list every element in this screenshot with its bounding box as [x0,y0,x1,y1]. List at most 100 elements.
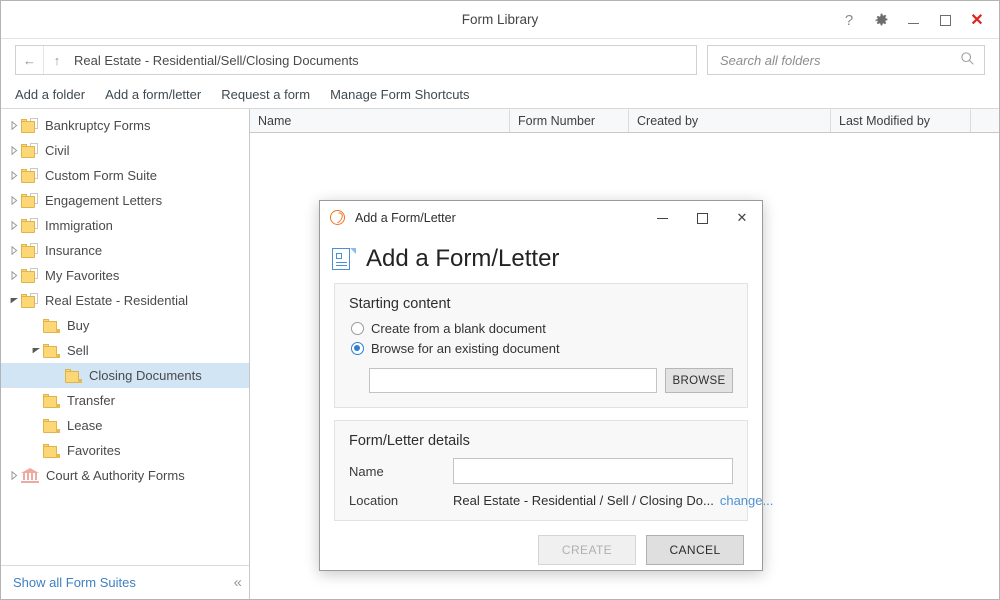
tree-item-label: Real Estate - Residential [45,293,188,308]
chevron-right-icon[interactable] [7,113,21,138]
show-all-form-suites-link[interactable]: Show all Form Suites [13,575,136,590]
form-letter-details-panel: Form/Letter details Name Location Real E… [334,420,748,521]
location-field-row: Location Real Estate - Residential / Sel… [349,493,733,508]
request-form-link[interactable]: Request a form [221,87,310,102]
gear-icon[interactable] [865,5,897,35]
tree-item-label: My Favorites [45,268,119,283]
location-value: Real Estate - Residential / Sell / Closi… [453,493,714,508]
tree-item-real-estate-residential[interactable]: Real Estate - Residential [1,288,249,313]
tree-spacer [29,313,43,338]
tree-item-label: Favorites [67,443,120,458]
app-logo-icon [329,209,347,227]
tree-item-immigration[interactable]: Immigration [1,213,249,238]
name-input[interactable] [453,458,733,484]
dialog-titlebar: Add a Form/Letter ✕ [320,201,762,235]
tree-item-lease[interactable]: Lease [1,413,249,438]
dialog-maximize-icon[interactable] [682,203,722,233]
tree-item-label: Court & Authority Forms [46,468,185,483]
folder-icon [43,318,60,333]
tree-item-custom-form-suite[interactable]: Custom Form Suite [1,163,249,188]
cancel-button[interactable]: CANCEL [646,535,744,565]
chevron-right-icon[interactable] [7,213,21,238]
name-label: Name [349,464,453,479]
dialog-close-icon[interactable]: ✕ [722,203,762,233]
tree-item-court-authority-forms[interactable]: Court & Authority Forms [1,463,249,488]
folder-tree: Bankruptcy Forms Civil Custom Form Suite En… [1,109,249,565]
table-header: NameForm NumberCreated byLast Modified b… [250,109,999,133]
add-folder-link[interactable]: Add a folder [15,87,85,102]
tree-item-engagement-letters[interactable]: Engagement Letters [1,188,249,213]
folder-page-icon [21,293,38,308]
chevron-right-icon[interactable] [7,188,21,213]
tree-item-transfer[interactable]: Transfer [1,388,249,413]
add-form-letter-link[interactable]: Add a form/letter [105,87,201,102]
tree-spacer [29,438,43,463]
tree-item-sell[interactable]: Sell [1,338,249,363]
search-box[interactable] [707,45,985,75]
help-icon[interactable]: ? [833,5,865,35]
document-icon [332,247,356,271]
search-input[interactable] [718,52,960,69]
dialog-minimize-icon[interactable] [642,203,682,233]
close-icon[interactable]: ✕ [961,5,993,35]
radio-create-blank[interactable]: Create from a blank document [351,318,733,338]
starting-content-panel: Starting content Create from a blank doc… [334,283,748,408]
tree-item-civil[interactable]: Civil [1,138,249,163]
tree-item-label: Bankruptcy Forms [45,118,150,133]
browse-path-input[interactable] [369,368,657,393]
folder-page-icon [21,143,38,158]
tree-item-label: Lease [67,418,102,433]
chevron-right-icon[interactable] [7,138,21,163]
back-arrow-icon[interactable]: ← [16,46,44,74]
radio-browse-existing-label: Browse for an existing document [371,341,560,356]
manage-form-shortcuts-link[interactable]: Manage Form Shortcuts [330,87,469,102]
tree-item-label: Closing Documents [89,368,202,383]
folder-icon [43,443,60,458]
tree-spacer [29,413,43,438]
chevron-right-icon[interactable] [7,163,21,188]
path-box[interactable]: ← ↑ Real Estate - Residential/Sell/Closi… [15,45,697,75]
tree-item-label: Immigration [45,218,113,233]
up-arrow-icon[interactable]: ↑ [44,46,70,74]
radio-browse-existing-control[interactable] [351,342,364,355]
sidebar-footer: Show all Form Suites « [1,565,249,599]
radio-browse-existing[interactable]: Browse for an existing document [351,338,733,358]
chevron-right-icon[interactable] [7,238,21,263]
tree-item-label: Custom Form Suite [45,168,157,183]
minimize-icon[interactable] [897,5,929,35]
search-icon[interactable] [960,51,976,69]
tree-item-bankruptcy-forms[interactable]: Bankruptcy Forms [1,113,249,138]
folder-page-icon [21,218,38,233]
breadcrumb: Real Estate - Residential/Sell/Closing D… [70,53,359,68]
tree-spacer [51,363,65,388]
chevron-down-icon[interactable] [29,338,43,363]
maximize-icon[interactable] [929,5,961,35]
tree-item-my-favorites[interactable]: My Favorites [1,263,249,288]
browse-row: BROWSE [369,368,733,393]
form-library-window: Form Library ? ✕ ← ↑ Real Estate - Resid… [0,0,1000,600]
column-header-created-by[interactable]: Created by [629,109,831,132]
courthouse-icon [21,468,39,483]
tree-item-label: Buy [67,318,89,333]
chevron-right-icon[interactable] [7,463,21,488]
change-location-link[interactable]: change... [720,493,774,508]
browse-button[interactable]: BROWSE [665,368,733,393]
create-button[interactable]: CREATE [538,535,636,565]
location-label: Location [349,493,453,508]
tree-spacer [29,388,43,413]
tree-item-buy[interactable]: Buy [1,313,249,338]
column-header-form-number[interactable]: Form Number [510,109,629,132]
collapse-sidebar-icon[interactable]: « [234,574,239,591]
tree-item-favorites[interactable]: Favorites [1,438,249,463]
chevron-down-icon[interactable] [7,288,21,313]
column-header-name[interactable]: Name [250,109,510,132]
tree-item-closing-documents[interactable]: Closing Documents [1,363,249,388]
dialog-window-controls: ✕ [642,203,762,233]
radio-create-blank-label: Create from a blank document [371,321,546,336]
radio-create-blank-control[interactable] [351,322,364,335]
folder-icon [65,368,82,383]
column-header-last-modified-by[interactable]: Last Modified by [831,109,971,132]
tree-item-insurance[interactable]: Insurance [1,238,249,263]
chevron-right-icon[interactable] [7,263,21,288]
column-header-extra[interactable] [971,109,999,132]
